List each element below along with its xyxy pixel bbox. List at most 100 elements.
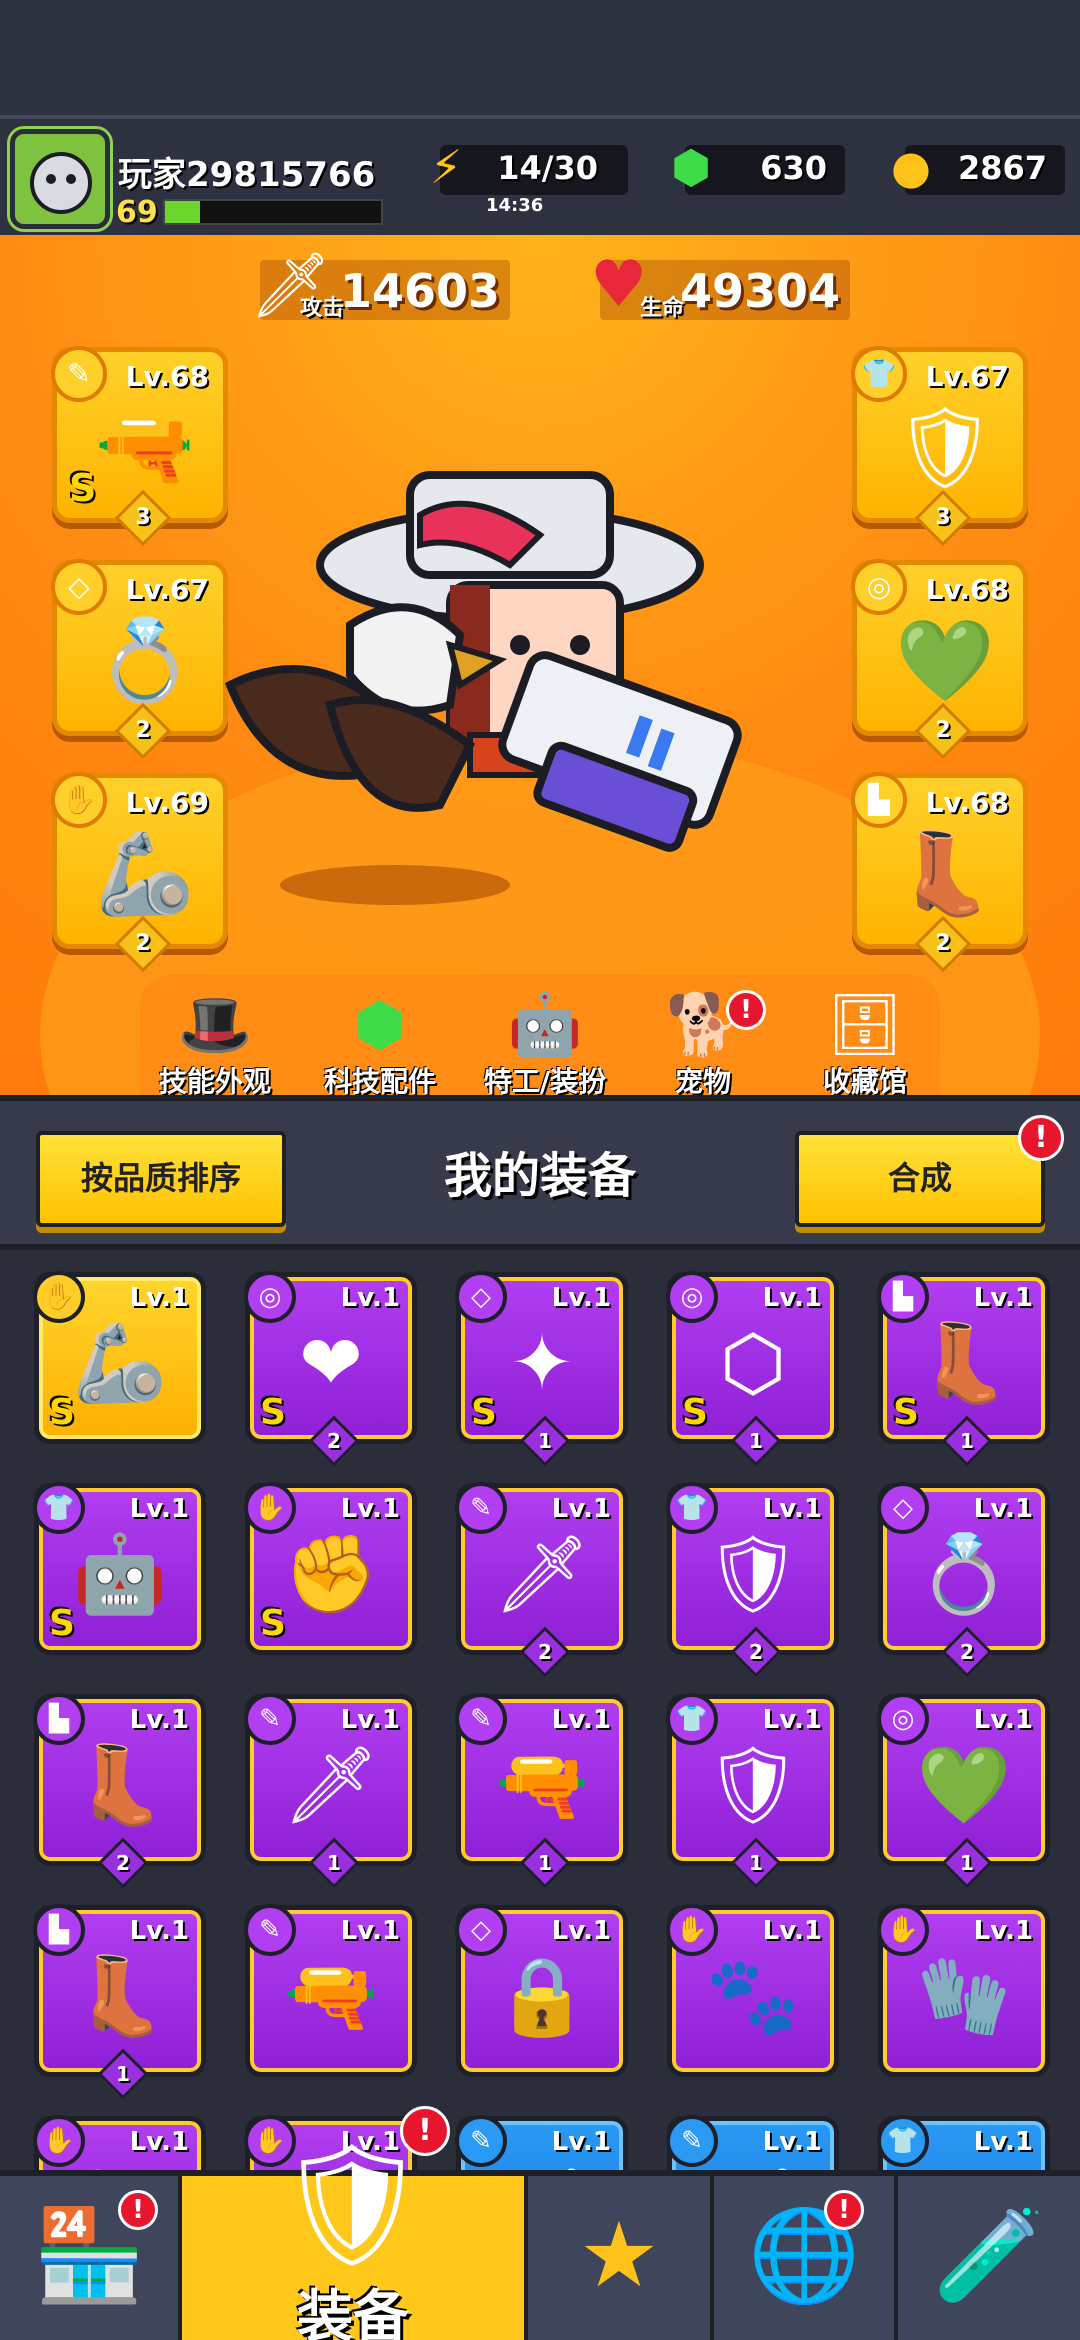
blaster-gun-icon: 🔫 xyxy=(95,401,195,494)
gold-counter[interactable]: ● 2867 xyxy=(891,140,1065,195)
item-level: Lv.1 xyxy=(551,1283,611,1313)
inventory-item[interactable]: ✋ Lv.1 🦾 S xyxy=(33,1271,206,1444)
item-level: Lv.1 xyxy=(762,1283,822,1313)
nav-lab[interactable]: 🧪 xyxy=(898,2176,1080,2340)
equipment-title: 我的装备 xyxy=(443,1148,636,1204)
emerald-belt-icon: 💚 xyxy=(895,614,995,707)
inventory-item[interactable]: ◎ Lv.1 💚 1 xyxy=(877,1693,1050,1889)
item-level: Lv.1 xyxy=(973,2127,1033,2157)
inventory-item[interactable]: 👕 Lv.1 🛡 2 xyxy=(666,1482,839,1678)
hp-label: 生命 xyxy=(640,296,685,321)
inventory-item[interactable]: 👕 Lv.1 🛡 1 xyxy=(666,1693,839,1889)
cat-avatar-icon xyxy=(30,152,92,214)
energy-counter[interactable]: ⚡ 14/30 14:36 xyxy=(430,140,628,216)
avatar[interactable] xyxy=(10,129,110,229)
subnav-collection[interactable]: 🗄 收藏馆 xyxy=(790,990,940,1095)
slot-level: Lv.68 xyxy=(925,573,1009,606)
inventory-item[interactable]: ◇ Lv.1 ✦ S 1 xyxy=(455,1271,628,1467)
inventory-item[interactable]: ✋Lv.1🧤 xyxy=(33,2115,206,2170)
subnav-skin[interactable]: 🎩 技能外观 xyxy=(140,990,290,1095)
inventory-item[interactable]: ✋ Lv.1 ✊ S xyxy=(244,1482,417,1655)
subnav-label: 科技配件 xyxy=(323,1065,436,1095)
character-shadow xyxy=(280,865,510,905)
belt-type-icon: ◎ xyxy=(851,559,907,615)
inventory-item[interactable]: ✎ Lv.1 🗡 2 xyxy=(455,1482,628,1678)
inventory-item[interactable]: ▙ Lv.1 👢 1 xyxy=(33,1904,206,2100)
nav-battle[interactable]: ★ xyxy=(528,2176,714,2340)
armor-vest-icon: 🛡 xyxy=(894,401,996,494)
weapon-type-icon: ✎ xyxy=(51,346,107,402)
mech-boot-icon: 👢 xyxy=(72,1740,168,1829)
inventory-item[interactable]: 👕 Lv.1 🤖 S xyxy=(33,1482,206,1655)
nav-equipment[interactable]: 🛡 装备 ! xyxy=(182,2106,528,2340)
collection-icon: 🗄 xyxy=(826,990,904,1060)
item-level: Lv.1 xyxy=(762,2127,822,2157)
star-ring-icon: ✦ xyxy=(510,1318,574,1407)
energy-timer: 14:36 xyxy=(486,195,544,216)
rank-badge: S xyxy=(893,1392,919,1433)
item-level: Lv.1 xyxy=(340,1916,400,1946)
inventory-item[interactable]: ✋Lv.1🧤 xyxy=(877,1904,1050,2077)
weapon-icon: 🗡 xyxy=(487,2157,597,2170)
equip-slot-boots[interactable]: ▙ Lv.68 👢 2 xyxy=(851,772,1028,973)
inventory-item[interactable]: ✎Lv.1🗡 xyxy=(666,2115,839,2170)
subnav-pets[interactable]: 🐕 宠物 ! xyxy=(628,990,778,1095)
shotgun-icon: 🔫 xyxy=(494,1740,590,1829)
equip-slot-necklace[interactable]: ◇ Lv.67 💍 2 xyxy=(51,559,228,760)
hp-stat: ♥ 49304 生命 xyxy=(590,248,850,322)
star-badge: 1 xyxy=(519,1837,571,1889)
rank-badge: S xyxy=(260,1603,286,1644)
inventory-item[interactable]: 👕Lv.1👕 xyxy=(877,2115,1050,2170)
inventory-item[interactable]: ◇ Lv.1 🔒 xyxy=(455,1904,628,2077)
star-badge: 2 xyxy=(97,1837,149,1889)
hero-character xyxy=(210,445,770,985)
star-badge: 2 xyxy=(914,702,972,760)
star-badge: 1 xyxy=(730,1837,782,1889)
inventory-item[interactable]: ✎ Lv.1 🔫 1 xyxy=(455,1693,628,1889)
item-level: Lv.1 xyxy=(973,1705,1033,1735)
inventory-item[interactable]: ✎Lv.1🗡 xyxy=(455,2115,628,2170)
bottom-nav: 🏪 ! 🛡 装备 ! ★ 🌐 ! 🧪 xyxy=(0,2106,1080,2340)
shop-notification-badge: ! xyxy=(118,2190,158,2230)
slot-level: Lv.67 xyxy=(925,360,1009,393)
slot-level: Lv.68 xyxy=(925,786,1009,819)
robot-armor-icon: 🤖 xyxy=(72,1529,168,1618)
equip-slot-armor[interactable]: 👕 Lv.67 🛡 3 xyxy=(851,346,1028,547)
mech-boot-icon: 👢 xyxy=(895,827,995,920)
inventory-item[interactable]: ▙ Lv.1 👢 2 xyxy=(33,1693,206,1889)
kunai-icon: 🗡 xyxy=(282,1740,380,1829)
item-level: Lv.1 xyxy=(551,1494,611,1524)
boots-type-icon: ▙ xyxy=(851,772,907,828)
inventory-item[interactable]: ◇ Lv.1 💍 2 xyxy=(877,1482,1050,1678)
inventory-item[interactable]: ◎ Lv.1 ❤ S 2 xyxy=(244,1271,417,1467)
equip-slot-gloves[interactable]: ✋ Lv.69 🦾 2 xyxy=(51,772,228,973)
status-bar xyxy=(0,0,1080,115)
merge-button[interactable]: 合成 xyxy=(795,1131,1045,1227)
subnav-label: 技能外观 xyxy=(158,1065,271,1095)
xp-bar-fill xyxy=(165,201,200,223)
rank-badge: S xyxy=(471,1392,497,1433)
coin-icon: ● xyxy=(890,140,932,194)
inventory-item[interactable]: ▙ Lv.1 👢 S 1 xyxy=(877,1271,1050,1467)
star-badge: 1 xyxy=(308,1837,360,1889)
subnav-agents[interactable]: 🤖 特工/装扮 xyxy=(470,990,620,1095)
nav-shop[interactable]: 🏪 ! xyxy=(0,2176,182,2340)
inventory-item[interactable]: ✎ Lv.1 🗡 1 xyxy=(244,1693,417,1889)
player-level: 69 xyxy=(116,195,158,230)
nav-world[interactable]: 🌐 ! xyxy=(714,2176,898,2340)
equip-slot-belt[interactable]: ◎ Lv.68 💚 2 xyxy=(851,559,1028,760)
world-icon: 🌐 xyxy=(747,2203,861,2308)
star-badge: 2 xyxy=(730,1626,782,1678)
subnav-tech-parts[interactable]: ⬢ 科技配件 xyxy=(305,990,455,1095)
gem-counter[interactable]: ⬢ 630 xyxy=(671,140,845,195)
inventory-item[interactable]: ✋ Lv.1 🐾 xyxy=(666,1904,839,2077)
armor-vest-icon: 🛡 xyxy=(704,1529,802,1618)
star-badge: 3 xyxy=(914,489,972,547)
inventory-item[interactable]: ✎ Lv.1 🔫 xyxy=(244,1904,417,2077)
mech-gauntlet-icon: 🦾 xyxy=(95,827,195,920)
armor-type-icon: 👕 xyxy=(851,346,907,402)
equip-slot-weapon[interactable]: ✎ Lv.68 🔫 S 3 xyxy=(51,346,228,547)
sort-by-quality-button[interactable]: 按品质排序 xyxy=(36,1131,286,1227)
emerald-ring-icon: 💍 xyxy=(916,1529,1012,1618)
inventory-item[interactable]: ◎ Lv.1 ⬡ S 1 xyxy=(666,1271,839,1467)
